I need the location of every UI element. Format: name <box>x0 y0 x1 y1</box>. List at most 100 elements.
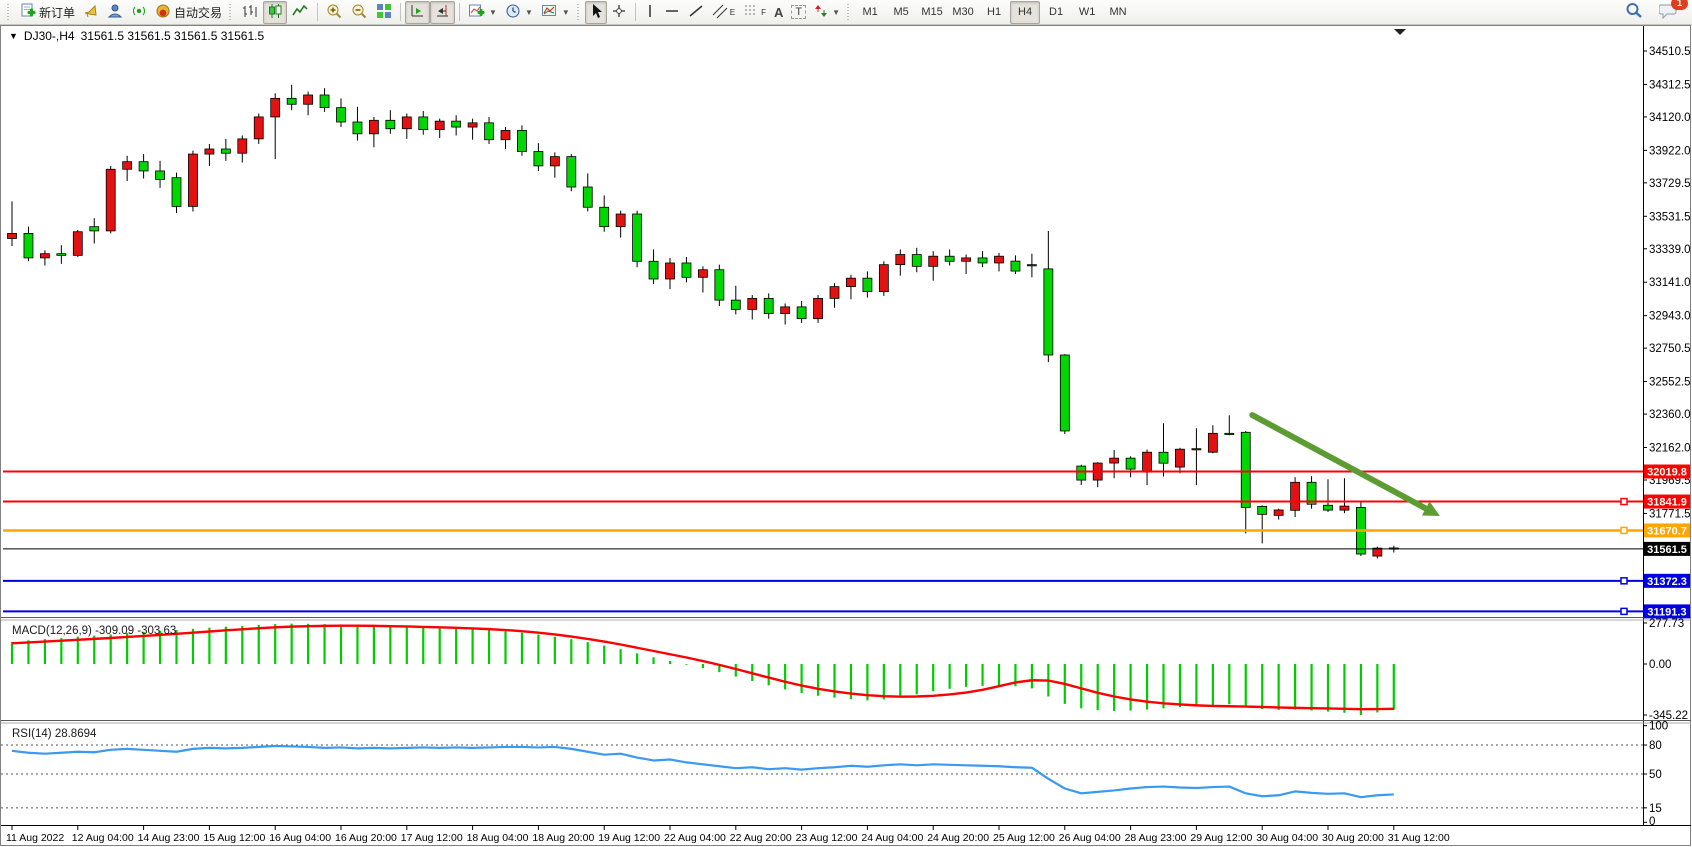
candle[interactable] <box>1143 452 1152 472</box>
timeframe-button-mn[interactable]: MN <box>1103 1 1133 24</box>
candle[interactable] <box>1126 458 1135 469</box>
candle[interactable] <box>814 298 823 318</box>
candle[interactable] <box>419 117 428 130</box>
candle[interactable] <box>896 255 905 265</box>
chart-title-overlay[interactable]: ▼ DJ30-,H4 31561.5 31561.5 31561.5 31561… <box>9 29 264 43</box>
toolbar-grip[interactable] <box>577 4 582 20</box>
dropdown-caret[interactable]: ▼ <box>832 8 840 17</box>
candle[interactable] <box>501 130 510 139</box>
candle[interactable] <box>534 152 543 166</box>
hline-handle[interactable] <box>1621 499 1627 505</box>
candle[interactable] <box>517 130 526 151</box>
candle[interactable] <box>452 121 461 127</box>
candle[interactable] <box>139 162 148 171</box>
templates-button[interactable]: ▼ <box>537 1 574 24</box>
candle[interactable] <box>221 149 230 153</box>
candle[interactable] <box>797 307 806 319</box>
candle[interactable] <box>188 154 197 206</box>
candle[interactable] <box>1225 433 1234 434</box>
candle[interactable] <box>600 207 609 226</box>
candle[interactable] <box>929 256 938 266</box>
candle[interactable] <box>485 123 494 140</box>
candle[interactable] <box>666 263 675 279</box>
candle[interactable] <box>468 123 477 127</box>
toolbar-grip[interactable] <box>7 4 12 20</box>
candle[interactable] <box>945 256 954 261</box>
dropdown-caret[interactable]: ▼ <box>562 8 570 17</box>
candle[interactable] <box>1324 505 1333 510</box>
candle[interactable] <box>830 287 839 299</box>
trendline-button[interactable] <box>684 1 708 24</box>
hline-handle[interactable] <box>1621 527 1627 533</box>
hline-handle[interactable] <box>1621 578 1627 584</box>
cursor-button[interactable] <box>585 1 607 24</box>
candle[interactable] <box>567 157 576 187</box>
chart-shift-button[interactable] <box>430 1 455 24</box>
candle[interactable] <box>912 255 921 267</box>
chart-canvas[interactable]: 34510.534312.534120.033922.033729.533531… <box>0 25 1692 847</box>
horizontal-line-button[interactable] <box>660 1 684 24</box>
candle[interactable] <box>781 307 790 314</box>
candle[interactable] <box>205 149 214 154</box>
candle[interactable] <box>1208 433 1217 452</box>
candle[interactable] <box>616 214 625 227</box>
candle[interactable] <box>40 254 49 258</box>
publisher-button[interactable] <box>103 1 127 24</box>
indicators-button[interactable]: ▼ <box>464 1 501 24</box>
candle[interactable] <box>1175 449 1184 467</box>
candle[interactable] <box>106 169 115 231</box>
timeframe-button-h1[interactable]: H1 <box>979 1 1009 24</box>
periods-button[interactable]: ▼ <box>501 1 537 24</box>
candle[interactable] <box>353 122 362 134</box>
candle[interactable] <box>73 232 82 256</box>
search-button[interactable] <box>1621 1 1647 24</box>
candle[interactable] <box>995 256 1004 263</box>
timeframe-button-m30[interactable]: M30 <box>948 1 978 24</box>
candle[interactable] <box>698 270 707 278</box>
candle[interactable] <box>90 227 99 231</box>
candle[interactable] <box>748 298 757 309</box>
candle[interactable] <box>123 162 132 170</box>
candle[interactable] <box>24 233 33 257</box>
timeframe-button-d1[interactable]: D1 <box>1041 1 1071 24</box>
timeframe-button-w1[interactable]: W1 <box>1072 1 1102 24</box>
bar-chart-mode-button[interactable] <box>237 1 263 24</box>
candlestick-mode-button[interactable] <box>263 1 287 24</box>
candle[interactable] <box>287 98 296 104</box>
candle[interactable] <box>369 120 378 134</box>
candle[interactable] <box>1192 449 1201 450</box>
candle[interactable] <box>1159 452 1168 463</box>
dropdown-caret[interactable]: ▼ <box>525 8 533 17</box>
candle[interactable] <box>402 117 411 129</box>
market-news-button[interactable] <box>79 1 103 24</box>
tile-windows-button[interactable] <box>372 1 396 24</box>
candle[interactable] <box>1011 261 1020 271</box>
candle[interactable] <box>238 139 247 153</box>
candle[interactable] <box>271 98 280 117</box>
fibonacci-button[interactable]: F <box>739 1 770 24</box>
candle[interactable] <box>254 117 263 139</box>
candle[interactable] <box>304 95 313 104</box>
candle[interactable] <box>1027 265 1036 266</box>
candle[interactable] <box>764 298 773 313</box>
candle[interactable] <box>172 178 181 207</box>
signals-button[interactable] <box>127 1 151 24</box>
candle[interactable] <box>337 108 346 122</box>
chat-button[interactable]: 1 <box>1655 1 1682 24</box>
line-chart-mode-button[interactable] <box>287 1 313 24</box>
equidistant-channel-button[interactable]: E <box>708 1 739 24</box>
candle[interactable] <box>682 263 691 277</box>
candle[interactable] <box>978 258 987 263</box>
auto-scroll-button[interactable] <box>405 1 430 24</box>
candle[interactable] <box>386 120 395 128</box>
candle[interactable] <box>863 278 872 292</box>
timeframe-button-h4[interactable]: H4 <box>1010 1 1040 24</box>
new-order-button[interactable]: 新订单 <box>15 1 79 24</box>
timeframe-button-m15[interactable]: M15 <box>917 1 947 24</box>
zoom-out-button[interactable] <box>347 1 372 24</box>
candle[interactable] <box>435 121 444 129</box>
candle[interactable] <box>1060 355 1069 431</box>
candle[interactable] <box>731 300 740 309</box>
candle[interactable] <box>1258 506 1267 514</box>
candle[interactable] <box>879 265 888 292</box>
